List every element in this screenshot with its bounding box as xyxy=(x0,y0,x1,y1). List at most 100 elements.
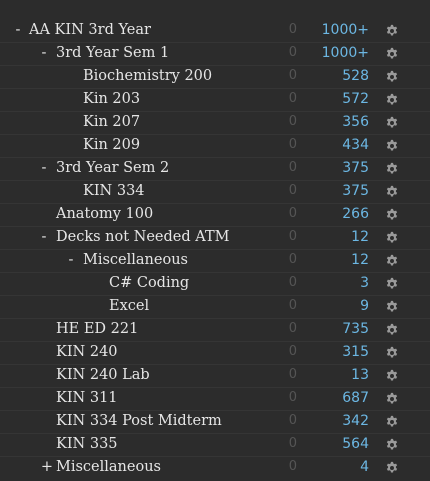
new-count: 0 xyxy=(288,436,297,451)
due-count: 266 xyxy=(342,206,369,222)
due-count: 315 xyxy=(342,344,369,360)
new-count: 0 xyxy=(288,275,297,290)
deck-name[interactable]: Miscellaneous xyxy=(83,252,188,268)
deck-row-kin-240-lab[interactable]: KIN 240 Lab 0 13 xyxy=(0,365,430,388)
deck-row-kin-334-post-midterm[interactable]: KIN 334 Post Midterm 0 342 xyxy=(0,411,430,434)
deck-name[interactable]: KIN 334 xyxy=(83,183,145,199)
gear-icon[interactable] xyxy=(385,231,399,245)
gear-icon[interactable] xyxy=(385,415,399,429)
due-count: 12 xyxy=(351,229,369,245)
gear-icon[interactable] xyxy=(385,208,399,222)
deck-row-kin-334[interactable]: KIN 334 0 375 xyxy=(0,181,430,204)
due-count: 434 xyxy=(342,137,369,153)
deck-name[interactable]: Decks not Needed ATM xyxy=(56,229,229,245)
due-count: 375 xyxy=(342,183,369,199)
new-count: 0 xyxy=(288,91,297,106)
gear-icon[interactable] xyxy=(385,139,399,153)
due-count: 4 xyxy=(360,459,369,475)
new-count: 0 xyxy=(288,160,297,175)
deck-row-miscellaneous-nested[interactable]: - Miscellaneous 0 12 xyxy=(0,250,430,273)
deck-name[interactable]: 3rd Year Sem 1 xyxy=(56,45,169,61)
deck-name[interactable]: KIN 240 xyxy=(56,344,118,360)
gear-icon[interactable] xyxy=(385,116,399,130)
gear-icon[interactable] xyxy=(385,24,399,38)
collapse-toggle[interactable]: - xyxy=(37,45,51,61)
gear-icon[interactable] xyxy=(385,93,399,107)
gear-icon[interactable] xyxy=(385,300,399,314)
due-count: 687 xyxy=(342,390,369,406)
deck-row-excel[interactable]: Excel 0 9 xyxy=(0,296,430,319)
new-count: 0 xyxy=(288,206,297,221)
collapse-toggle[interactable]: - xyxy=(11,22,25,38)
deck-row-kin-203[interactable]: Kin 203 0 572 xyxy=(0,89,430,112)
deck-name[interactable]: C# Coding xyxy=(109,275,189,291)
deck-name[interactable]: Kin 207 xyxy=(83,114,140,130)
new-count: 0 xyxy=(288,114,297,129)
deck-row-kin-335[interactable]: KIN 335 0 564 xyxy=(0,434,430,457)
deck-row-decks-not-needed-atm[interactable]: - Decks not Needed ATM 0 12 xyxy=(0,227,430,250)
deck-row-kin-240[interactable]: KIN 240 0 315 xyxy=(0,342,430,365)
due-count: 1000+ xyxy=(321,22,369,38)
new-count: 0 xyxy=(288,390,297,405)
collapse-toggle[interactable]: - xyxy=(37,229,51,245)
deck-row-kin-209[interactable]: Kin 209 0 434 xyxy=(0,135,430,158)
new-count: 0 xyxy=(288,22,297,37)
new-count: 0 xyxy=(288,45,297,60)
gear-icon[interactable] xyxy=(385,392,399,406)
deck-name[interactable]: Miscellaneous xyxy=(56,459,161,475)
deck-row-he-ed-221[interactable]: HE ED 221 0 735 xyxy=(0,319,430,342)
due-count: 528 xyxy=(342,68,369,84)
deck-name[interactable]: Kin 209 xyxy=(83,137,140,153)
gear-icon[interactable] xyxy=(385,346,399,360)
due-count: 9 xyxy=(360,298,369,314)
deck-name[interactable]: Excel xyxy=(109,298,149,314)
deck-row-csharp-coding[interactable]: C# Coding 0 3 xyxy=(0,273,430,296)
deck-name[interactable]: 3rd Year Sem 2 xyxy=(56,160,169,176)
due-count: 342 xyxy=(342,413,369,429)
deck-name[interactable]: Anatomy 100 xyxy=(56,206,153,222)
collapse-toggle[interactable]: - xyxy=(37,160,51,176)
due-count: 572 xyxy=(342,91,369,107)
gear-icon[interactable] xyxy=(385,438,399,452)
expand-toggle[interactable]: + xyxy=(40,459,54,475)
due-count: 735 xyxy=(342,321,369,337)
deck-name[interactable]: KIN 240 Lab xyxy=(56,367,150,383)
deck-row-3rd-year-sem-2[interactable]: - 3rd Year Sem 2 0 375 xyxy=(0,158,430,181)
new-count: 0 xyxy=(288,183,297,198)
deck-row-kin-311[interactable]: KIN 311 0 687 xyxy=(0,388,430,411)
deck-row-anatomy-100[interactable]: Anatomy 100 0 266 xyxy=(0,204,430,227)
gear-icon[interactable] xyxy=(385,254,399,268)
gear-icon[interactable] xyxy=(385,369,399,383)
gear-icon[interactable] xyxy=(385,47,399,61)
deck-name[interactable]: KIN 334 Post Midterm xyxy=(56,413,222,429)
deck-row-aa-kin-3rd-year[interactable]: - AA KIN 3rd Year 0 1000+ xyxy=(0,20,430,43)
deck-name[interactable]: HE ED 221 xyxy=(56,321,138,337)
due-count: 564 xyxy=(342,436,369,452)
deck-row-3rd-year-sem-1[interactable]: - 3rd Year Sem 1 0 1000+ xyxy=(0,43,430,66)
deck-row-biochemistry-200[interactable]: Biochemistry 200 0 528 xyxy=(0,66,430,89)
deck-name[interactable]: Kin 203 xyxy=(83,91,140,107)
due-count: 356 xyxy=(342,114,369,130)
gear-icon[interactable] xyxy=(385,162,399,176)
gear-icon[interactable] xyxy=(385,277,399,291)
deck-name[interactable]: KIN 311 xyxy=(56,390,118,406)
gear-icon[interactable] xyxy=(385,185,399,199)
new-count: 0 xyxy=(288,229,297,244)
gear-icon[interactable] xyxy=(385,323,399,337)
due-count: 375 xyxy=(342,160,369,176)
deck-name[interactable]: AA KIN 3rd Year xyxy=(29,22,151,38)
new-count: 0 xyxy=(288,459,297,474)
new-count: 0 xyxy=(288,298,297,313)
deck-list: - AA KIN 3rd Year 0 1000+ - 3rd Year Sem… xyxy=(0,0,430,480)
new-count: 0 xyxy=(288,321,297,336)
deck-name[interactable]: Biochemistry 200 xyxy=(83,68,212,84)
gear-icon[interactable] xyxy=(385,70,399,84)
new-count: 0 xyxy=(288,413,297,428)
deck-row-kin-207[interactable]: Kin 207 0 356 xyxy=(0,112,430,135)
gear-icon[interactable] xyxy=(385,461,399,475)
due-count: 3 xyxy=(360,275,369,291)
deck-name[interactable]: KIN 335 xyxy=(56,436,118,452)
deck-row-miscellaneous[interactable]: + Miscellaneous 0 4 xyxy=(0,457,430,480)
collapse-toggle[interactable]: - xyxy=(64,252,78,268)
due-count: 13 xyxy=(351,367,369,383)
